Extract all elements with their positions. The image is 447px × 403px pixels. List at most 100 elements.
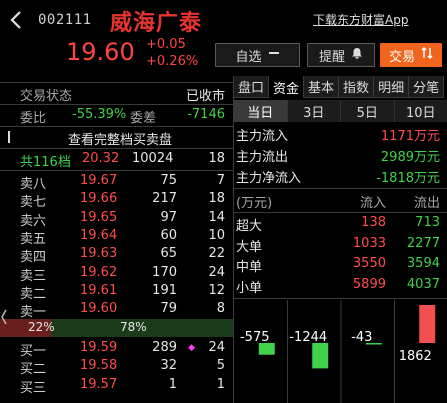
level-volume: 60	[160, 227, 177, 243]
level-price: 19.57	[80, 376, 118, 392]
level-order-count: 12	[208, 282, 225, 298]
main-flow-value: -1818万元	[376, 171, 440, 186]
inflow-value: 3550	[352, 256, 386, 271]
level-label: 卖五	[20, 231, 47, 247]
level-label: 卖三	[20, 268, 47, 284]
trade-button[interactable]: 交易	[380, 43, 442, 67]
ask-level-row[interactable]: 卖六 19.65 97 14	[0, 209, 233, 229]
period-tab-bar: 当日 3日 5日 10日	[234, 100, 447, 122]
ask-level-row[interactable]: 卖三 19.62 170 24	[0, 264, 233, 284]
level-price: 19.64	[80, 227, 118, 243]
ask-level-row[interactable]: 卖八 19.67 75 7	[0, 172, 233, 192]
level-order-count: 24	[208, 264, 225, 280]
level-order-count: 18	[208, 191, 225, 207]
level-volume: 79	[160, 301, 177, 317]
level-volume: 217	[152, 191, 177, 207]
period-tab-1[interactable]: 3日	[287, 100, 341, 122]
level-order-count: 1	[216, 376, 225, 392]
tab-1[interactable]: 资金	[269, 76, 305, 98]
order-size-label: 小单	[236, 280, 263, 296]
order-ratio-row: 委比 -55.39% 委差 -7146	[0, 106, 233, 126]
level-order-count: 7	[216, 173, 225, 188]
order-size-label: 超大	[236, 219, 263, 234]
back-arrow-icon[interactable]	[8, 10, 24, 30]
tab-0[interactable]: 盘口	[234, 76, 270, 98]
ask-level-row[interactable]: 卖二 19.61 191 12	[0, 282, 233, 302]
bid-level-row[interactable]: 买一 19.59 289 24 ◆	[0, 339, 233, 359]
outflow-value: 3594	[406, 256, 440, 271]
level-label: 买二	[20, 362, 47, 378]
net-flow-label: -575	[240, 330, 270, 345]
expand-icon	[6, 129, 12, 149]
panel-collapse-icon[interactable]	[1, 308, 7, 326]
level-volume: 289	[152, 340, 177, 355]
trading-status-label: 交易状态	[20, 89, 73, 104]
level-label: 卖七	[20, 195, 47, 211]
main-flow-row: 主力流出 2989万元	[234, 145, 447, 165]
bid-ratio-label: 22%	[28, 320, 55, 334]
price-alert-button[interactable]: 提醒	[307, 43, 375, 67]
level-price: 19.61	[80, 282, 118, 298]
flow-table-row: 大单 1033 2277	[234, 235, 447, 255]
price-change: +0.05	[146, 37, 186, 52]
level-label: 卖六	[20, 213, 47, 229]
level-order-count: 14	[208, 209, 225, 225]
book-summary-row: 共116档 20.32 10024 18	[0, 150, 233, 170]
add-watchlist-button[interactable]: 自选	[215, 43, 300, 67]
level-order-count: 10	[208, 227, 225, 243]
ask-level-row[interactable]: 卖一 19.60 79 8	[0, 300, 233, 320]
inflow-value: 5899	[352, 276, 386, 292]
tab-bar: 盘口 资金 基本 指数 明细 分笔	[234, 76, 447, 98]
inflow-value: 1033	[352, 235, 386, 251]
bell-icon	[351, 47, 363, 63]
bid-level-row[interactable]: 买二 19.58 32 5	[0, 357, 233, 377]
order-book-panel: 交易状态 已收市 委比 -55.39% 委差 -7146 查看完整档买卖盘 共1…	[0, 82, 233, 403]
download-app-link[interactable]: 下载东方财富App	[313, 11, 408, 28]
last-price: 19.60	[66, 38, 135, 66]
level-price: 19.60	[80, 301, 118, 317]
level-price: 19.63	[80, 246, 118, 262]
trade-button-label: 交易	[388, 49, 415, 65]
period-tab-2[interactable]: 5日	[341, 100, 395, 122]
minus-icon	[268, 47, 280, 63]
level-price: 19.65	[80, 209, 118, 225]
flow-table-row: 中单 3550 3594	[234, 255, 447, 275]
level-price: 19.58	[80, 358, 118, 374]
ask-level-row[interactable]: 卖七 19.66 217 18	[0, 190, 233, 210]
level-volume: 170	[152, 264, 177, 280]
tab-3[interactable]: 指数	[339, 76, 375, 98]
period-tab-0[interactable]: 当日	[234, 100, 288, 122]
period-tab-3[interactable]: 10日	[394, 100, 447, 122]
net-flow-bar	[312, 343, 329, 369]
level-price: 19.67	[80, 173, 118, 188]
stock-name: 威海广泰	[110, 11, 203, 36]
net-flow-label: 1862	[399, 349, 432, 364]
ask-level-row[interactable]: 卖五 19.64 60 10	[0, 227, 233, 247]
full-book-row[interactable]: 查看完整档买卖盘	[0, 128, 233, 148]
diamond-icon: ◆	[188, 343, 195, 353]
tab-4[interactable]: 明细	[374, 76, 410, 98]
flow-table-header: (万元) 流入 流出	[234, 191, 447, 211]
stock-header: 002111 威海广泰 下载东方财富App 19.60 +0.05 +0.26%…	[0, 0, 447, 82]
level-volume: 191	[152, 282, 177, 298]
full-book-link[interactable]: 查看完整档买卖盘	[68, 129, 172, 148]
bid-level-row[interactable]: 买三 19.57 1 1	[0, 376, 233, 396]
level-label: 卖八	[20, 177, 47, 192]
ask-ratio-label: 78%	[120, 320, 147, 334]
tab-5[interactable]: 分笔	[409, 76, 445, 98]
main-flow-row: 主力净流入 -1818万元	[234, 166, 447, 186]
fund-flow-panel: 盘口 资金 基本 指数 明细 分笔 当日 3日 5日 10日 主力流入 1171万元 主力流出 298…	[233, 76, 447, 403]
unit-label: (万元)	[236, 196, 273, 211]
main-flow-label: 主力净流入	[236, 171, 302, 186]
tab-2[interactable]: 基本	[304, 76, 340, 98]
trading-status-row: 交易状态 已收市	[0, 84, 233, 104]
swap-arrows-icon	[421, 46, 433, 63]
outflow-value: 2277	[406, 235, 440, 251]
main-flow-value: 2989万元	[380, 150, 440, 165]
watch-button-label: 自选	[235, 49, 262, 65]
level-label: 买一	[20, 344, 47, 359]
ask-level-row[interactable]: 卖四 19.63 65 22	[0, 245, 233, 265]
alert-button-label: 提醒	[318, 49, 345, 65]
net-flow-bar	[419, 305, 436, 343]
order-size-label: 中单	[236, 260, 263, 275]
